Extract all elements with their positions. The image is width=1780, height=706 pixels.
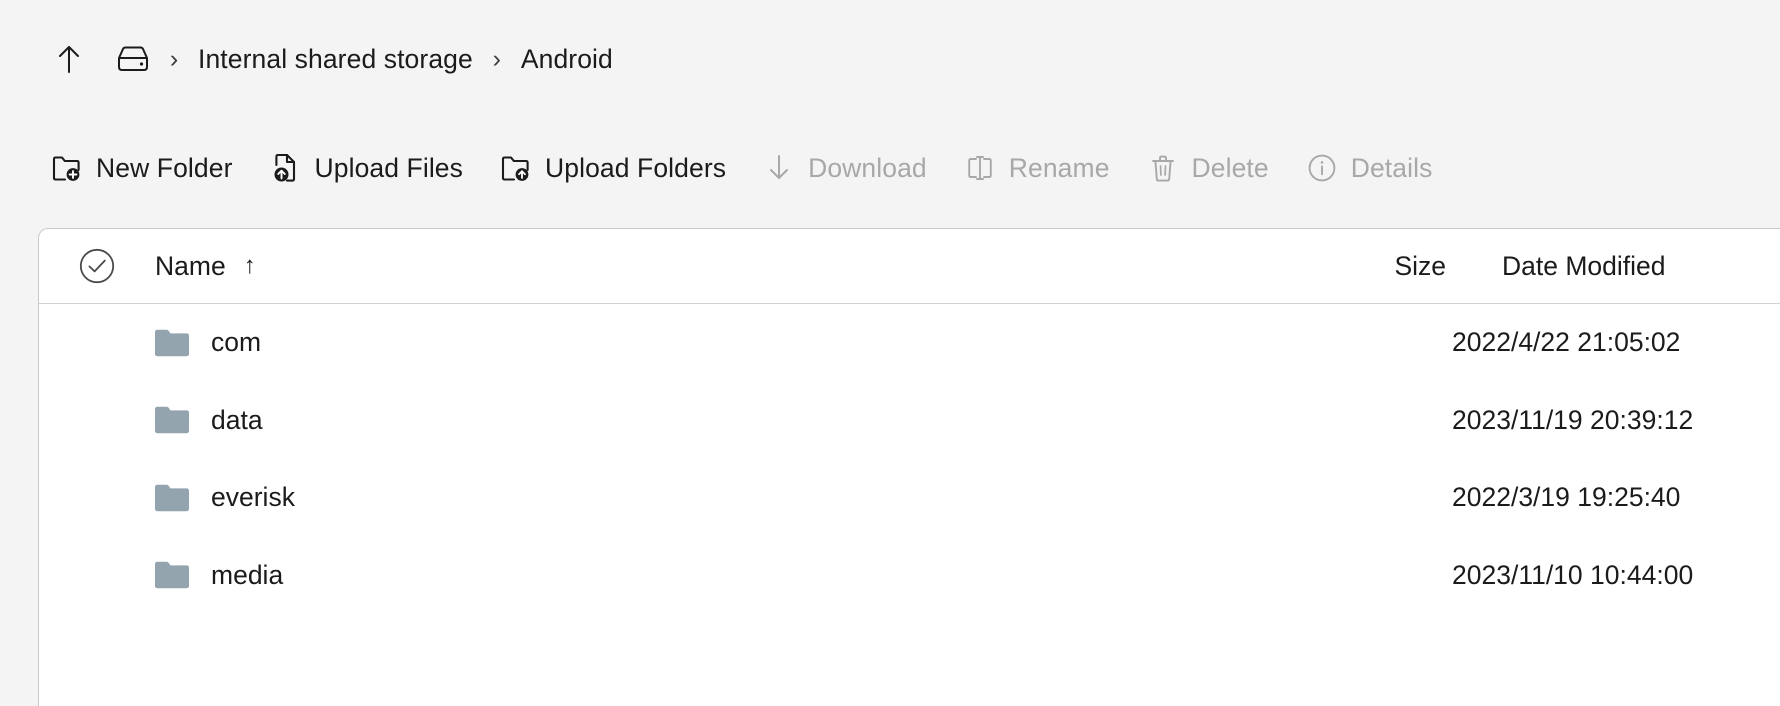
up-arrow-icon — [59, 46, 79, 73]
select-all-checkbox[interactable] — [39, 246, 155, 286]
breadcrumb-item-internal-shared-storage[interactable]: Internal shared storage — [198, 44, 473, 75]
upload-files-label: Upload Files — [314, 152, 463, 183]
toolbar: New Folder Upload Files Upload Folders D… — [0, 118, 1780, 218]
column-header-name[interactable]: Name ↑ — [155, 251, 1240, 282]
table-row[interactable]: com 2022/4/22 21:05:02 — [39, 304, 1780, 382]
delete-button[interactable]: Delete — [1136, 142, 1281, 194]
table-body: com 2022/4/22 21:05:02 data 2023/11/19 2… — [39, 304, 1780, 614]
details-label: Details — [1350, 152, 1433, 183]
row-name-cell: com — [155, 327, 1240, 358]
rename-icon — [965, 153, 995, 183]
table-header-row: Name ↑ Size Date Modified — [39, 229, 1780, 304]
delete-label: Delete — [1191, 152, 1269, 183]
sort-ascending-icon: ↑ — [243, 252, 256, 279]
folder-icon — [155, 484, 189, 511]
row-name-cell: everisk — [155, 482, 1240, 513]
row-name-label: data — [211, 404, 263, 435]
details-button[interactable]: Details — [1295, 142, 1445, 194]
navigate-up-button[interactable] — [52, 42, 86, 76]
row-date-cell: 2023/11/10 10:44:00 — [1452, 559, 1694, 590]
row-date-cell: 2023/11/19 20:39:12 — [1452, 404, 1694, 435]
upload-folders-label: Upload Folders — [545, 152, 727, 183]
download-icon — [764, 153, 794, 183]
column-header-name-label: Name — [155, 250, 226, 281]
breadcrumb-separator: › — [492, 44, 501, 73]
table-row[interactable]: everisk 2022/3/19 19:25:40 — [39, 459, 1780, 537]
new-folder-label: New Folder — [96, 152, 233, 183]
breadcrumb-separator: › — [169, 44, 179, 73]
column-header-size[interactable]: Size — [1240, 251, 1450, 282]
row-date-cell: 2022/3/19 19:25:40 — [1452, 482, 1681, 513]
folder-icon — [155, 562, 189, 589]
check-circle-icon — [79, 248, 115, 284]
row-name-cell: data — [155, 405, 1240, 436]
rename-label: Rename — [1008, 152, 1110, 183]
download-label: Download — [808, 152, 927, 183]
rename-button[interactable]: Rename — [953, 142, 1122, 194]
breadcrumb-item-android[interactable]: Android — [521, 44, 613, 75]
download-button[interactable]: Download — [752, 142, 939, 194]
file-upload-icon — [271, 153, 301, 183]
row-name-label: com — [211, 327, 262, 358]
file-list-panel: Name ↑ Size Date Modified com 2022/4/22 … — [38, 228, 1780, 706]
folder-plus-icon — [52, 153, 82, 183]
folder-icon — [155, 329, 189, 356]
folder-icon — [155, 407, 189, 434]
row-name-cell: media — [155, 560, 1240, 591]
table-row[interactable]: media 2023/11/10 10:44:00 — [39, 537, 1780, 615]
column-header-date-modified[interactable]: Date Modified — [1450, 251, 1780, 282]
row-name-label: everisk — [211, 482, 295, 513]
hard-drive-icon — [118, 46, 148, 71]
new-folder-button[interactable]: New Folder — [40, 142, 245, 194]
info-circle-icon — [1307, 153, 1337, 183]
upload-files-button[interactable]: Upload Files — [259, 142, 476, 194]
row-date-cell: 2022/4/22 21:05:02 — [1452, 327, 1681, 358]
breadcrumb-root-drive[interactable] — [116, 42, 150, 76]
row-name-label: media — [211, 559, 284, 590]
table-row[interactable]: data 2023/11/19 20:39:12 — [39, 382, 1780, 460]
folder-upload-icon — [501, 153, 531, 183]
trash-icon — [1148, 153, 1178, 183]
breadcrumb: › Internal shared storage › Android — [0, 0, 1780, 118]
upload-folders-button[interactable]: Upload Folders — [489, 142, 738, 194]
